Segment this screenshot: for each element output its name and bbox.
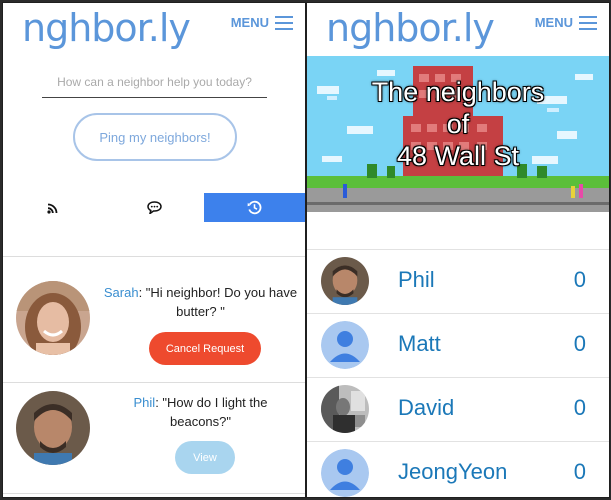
neighbor-name: JeongYeon — [398, 459, 508, 484]
default-user-icon — [321, 449, 369, 497]
rss-icon — [47, 203, 58, 214]
neighbor-row[interactable]: David 0 — [307, 377, 609, 441]
default-user-icon — [321, 321, 369, 369]
tab-bar — [3, 193, 305, 222]
neighbor-count: 0 — [573, 395, 586, 420]
neighbor-row[interactable]: JeongYeon 0 — [307, 441, 609, 497]
neighbor-count: 0 — [573, 331, 586, 356]
history-icon — [247, 200, 262, 215]
logo[interactable]: nghbor.ly — [326, 6, 495, 50]
message-text: "How do I light the beacons?" — [162, 395, 268, 429]
tab-feed[interactable] — [3, 193, 104, 222]
view-request-button[interactable]: View — [175, 441, 235, 474]
cancel-request-button[interactable]: Cancel Request — [149, 332, 261, 365]
menu-button[interactable]: MENU — [535, 15, 597, 30]
avatar — [16, 281, 90, 355]
divider — [3, 493, 305, 494]
neighbors-screen: nghbor.ly MENU The neighbors of 48 Wall … — [306, 2, 610, 498]
logo[interactable]: nghbor.ly — [22, 6, 191, 50]
neighbor-count: 0 — [573, 459, 586, 484]
menu-button[interactable]: MENU — [231, 15, 293, 30]
avatar — [16, 391, 90, 465]
request-item: Sarah: "Hi neighbor! Do you have butter?… — [3, 257, 305, 382]
neighbor-row[interactable]: Phil 0 — [307, 249, 609, 313]
neighbor-row[interactable]: Matt 0 — [307, 313, 609, 377]
banner-line: of — [446, 109, 470, 139]
building-banner: The neighbors of 48 Wall St — [307, 56, 609, 212]
help-request-input[interactable] — [42, 67, 267, 98]
chat-bubble-icon — [146, 201, 162, 214]
requests-screen: nghbor.ly MENU Ping my neighbors! — [2, 2, 306, 498]
menu-label: MENU — [534, 15, 573, 30]
banner-title: The neighbors of 48 Wall St — [307, 76, 609, 172]
requester-name[interactable]: Phil — [134, 395, 156, 410]
ping-neighbors-button[interactable]: Ping my neighbors! — [73, 113, 237, 161]
neighbor-name: Matt — [398, 331, 441, 356]
request-item: Phil: "How do I light the beacons?" View — [3, 383, 305, 493]
neighbor-name: Phil — [398, 267, 435, 292]
banner-line: The neighbors — [371, 77, 545, 107]
hamburger-icon — [275, 15, 293, 30]
neighbor-count: 0 — [573, 267, 586, 292]
hamburger-icon — [579, 15, 597, 30]
tab-history[interactable] — [204, 193, 305, 222]
header: nghbor.ly MENU — [307, 3, 609, 57]
menu-label: MENU — [230, 15, 269, 30]
avatar — [321, 385, 369, 433]
avatar — [321, 257, 369, 305]
tab-messages[interactable] — [104, 193, 205, 222]
message-text: "Hi neighbor! Do you have butter? " — [145, 285, 298, 319]
banner-line: 48 Wall St — [396, 141, 520, 171]
request-message: Sarah: "Hi neighbor! Do you have butter?… — [103, 285, 298, 319]
requester-name[interactable]: Sarah — [104, 285, 139, 300]
neighbor-name: David — [398, 395, 455, 420]
header: nghbor.ly MENU — [3, 3, 305, 57]
request-message: Phil: "How do I light the beacons?" — [133, 395, 268, 429]
